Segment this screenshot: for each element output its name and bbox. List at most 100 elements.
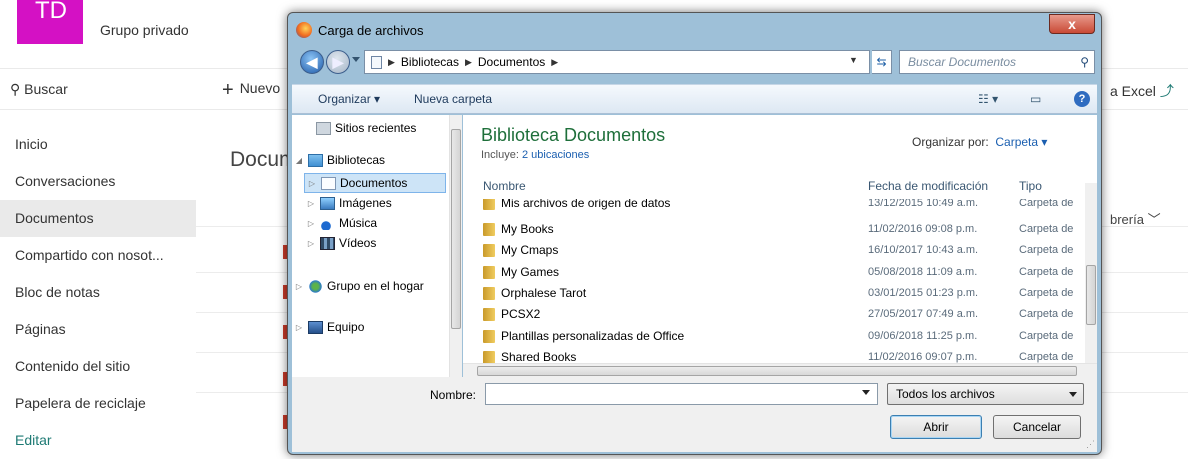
organize-by-dropdown[interactable]: Carpeta ▾ xyxy=(995,135,1047,149)
folder-icon xyxy=(483,329,495,343)
tree-item-bibliotecas[interactable]: ◢ Bibliotecas xyxy=(294,153,385,167)
new-label: Nuevo xyxy=(239,80,281,96)
nav-item-inicio[interactable]: Inicio xyxy=(0,126,196,163)
file-name: Mis archivos de origen de datos xyxy=(501,199,671,210)
horizontal-scroll-thumb[interactable] xyxy=(477,366,1077,376)
view-options-icon[interactable]: ☷ ▾ xyxy=(978,92,998,106)
tree-scroll-thumb[interactable] xyxy=(451,129,461,329)
file-list-pane: Biblioteca Documentos Incluye: 2 ubicaci… xyxy=(463,115,1097,377)
help-icon[interactable]: ? xyxy=(1074,91,1090,107)
file-date: 16/10/2017 10:43 a.m. xyxy=(868,244,979,256)
file-list-scroll-thumb[interactable] xyxy=(1086,265,1096,325)
search-button[interactable]: ⚲ Buscar xyxy=(10,81,68,98)
tree-item-equipo[interactable]: ▷ Equipo xyxy=(294,320,364,334)
file-row[interactable]: My Games 05/08/2018 11:09 a.m. Carpeta de xyxy=(479,262,1085,283)
preview-pane-icon[interactable]: ▭ xyxy=(1030,92,1041,106)
includes-label: Incluye: xyxy=(481,149,519,161)
back-button[interactable]: ◀ xyxy=(300,50,324,74)
breadcrumb-documentos[interactable]: Documentos xyxy=(478,51,545,73)
tree-label: Bibliotecas xyxy=(327,153,386,167)
address-row: ◀ ▶ ▶ Bibliotecas ▶ Documentos ▶ ▼ ⇆ Bus… xyxy=(296,49,1095,75)
tree-label: Música xyxy=(339,216,378,230)
file-name: Shared Books xyxy=(501,350,577,364)
tree-item-documentos[interactable]: ▷ Documentos xyxy=(304,173,446,193)
locations-link[interactable]: 2 ubicaciones xyxy=(522,149,589,161)
file-row[interactable]: My Books 11/02/2016 09:08 p.m. Carpeta de xyxy=(479,219,1085,240)
file-type: Carpeta de xyxy=(1019,308,1074,320)
column-header-label: brería xyxy=(1110,212,1144,227)
search-input[interactable]: Buscar Documentos ⚲ xyxy=(899,50,1095,74)
filename-input[interactable] xyxy=(485,383,878,405)
chevron-right-icon: ▶ xyxy=(464,57,472,67)
breadcrumb-bibliotecas[interactable]: Bibliotecas xyxy=(401,51,459,73)
refresh-icon: ⇆ xyxy=(876,55,887,69)
dialog-footer: Nombre: Todos los archivos Abrir Cancela… xyxy=(292,377,1097,452)
tree-item-videos[interactable]: ▷ Vídeos xyxy=(306,236,376,250)
tree-item-musica[interactable]: ▷ Música xyxy=(306,216,377,230)
file-date: 27/05/2017 07:49 a.m. xyxy=(868,308,979,320)
file-name: My Cmaps xyxy=(501,243,559,257)
expanded-arrow-icon: ◢ xyxy=(295,155,303,165)
nav-item-compartido[interactable]: Compartido con nosot... xyxy=(0,237,196,274)
refresh-button[interactable]: ⇆ xyxy=(872,50,892,74)
chevron-down-icon xyxy=(1069,392,1077,397)
file-type-filter[interactable]: Todos los archivos xyxy=(887,383,1084,405)
organize-button[interactable]: Organizar ▾ xyxy=(318,92,380,106)
nav-item-conversaciones[interactable]: Conversaciones xyxy=(0,163,196,200)
folder-icon xyxy=(483,286,495,300)
new-folder-button[interactable]: Nueva carpeta xyxy=(414,92,492,106)
folder-icon xyxy=(483,222,495,236)
tree-item-recent[interactable]: Sitios recientes xyxy=(316,121,416,135)
forward-button[interactable]: ▶ xyxy=(326,50,350,74)
file-name: My Books xyxy=(501,222,554,236)
export-excel-button[interactable]: a Excel ⤴ xyxy=(1110,81,1174,101)
file-date: 09/06/2018 11:25 p.m. xyxy=(868,330,978,342)
new-button[interactable]: + Nuevo xyxy=(222,79,280,102)
tree-scrollbar[interactable] xyxy=(449,115,462,377)
search-label: Buscar xyxy=(24,81,68,97)
filter-value: Todos los archivos xyxy=(896,387,995,401)
address-bar[interactable]: ▶ Bibliotecas ▶ Documentos ▶ xyxy=(364,50,870,74)
nav-item-paginas[interactable]: Páginas xyxy=(0,311,196,348)
nav-edit-link[interactable]: Editar xyxy=(0,422,196,459)
tree-item-homegroup[interactable]: ▷ Grupo en el hogar xyxy=(294,279,424,293)
address-dropdown-icon[interactable]: ▼ xyxy=(849,55,858,65)
file-row[interactable]: PCSX2 27/05/2017 07:49 a.m. Carpeta de xyxy=(479,304,1085,325)
file-date: 11/02/2016 09:07 p.m. xyxy=(868,351,978,363)
horizontal-scrollbar[interactable] xyxy=(463,363,1097,377)
file-row[interactable]: My Cmaps 16/10/2017 10:43 a.m. Carpeta de xyxy=(479,240,1085,261)
recent-locations-dropdown[interactable] xyxy=(352,57,360,62)
folder-icon xyxy=(483,265,495,279)
nav-item-bloc-de-notas[interactable]: Bloc de notas xyxy=(0,274,196,311)
file-row[interactable]: Mis archivos de origen de datos 13/12/201… xyxy=(479,199,1085,213)
link-icon: ⤴ xyxy=(1159,83,1174,99)
tree-label: Sitios recientes xyxy=(335,121,417,135)
file-type: Carpeta de xyxy=(1019,266,1074,278)
folder-icon xyxy=(483,350,495,364)
filename-dropdown-icon[interactable] xyxy=(862,390,870,395)
file-row[interactable]: Orphalese Tarot 03/01/2015 01:23 p.m. Carp… xyxy=(479,283,1085,304)
close-button[interactable]: x xyxy=(1049,14,1095,34)
column-name[interactable]: Nombre xyxy=(483,179,526,193)
file-name: Orphalese Tarot xyxy=(501,286,587,300)
file-type: Carpeta de xyxy=(1019,330,1074,342)
chevron-down-icon: ﹀ xyxy=(1147,212,1161,227)
cancel-button[interactable]: Cancelar xyxy=(993,415,1081,439)
nav-item-papelera[interactable]: Papelera de reciclaje xyxy=(0,385,196,422)
library-title: Biblioteca Documentos xyxy=(481,125,666,145)
pictures-icon xyxy=(320,196,335,210)
organize-by: Organizar por: Carpeta ▾ xyxy=(912,135,1047,149)
documents-icon xyxy=(371,55,382,69)
tree-label: Grupo en el hogar xyxy=(327,279,424,293)
resize-grip-icon[interactable]: ⋰ xyxy=(1086,439,1095,450)
open-button[interactable]: Abrir xyxy=(890,415,982,439)
file-row[interactable]: Plantillas personalizadas de Office 09/06… xyxy=(479,326,1085,347)
file-type: Carpeta de xyxy=(1019,199,1074,209)
column-date[interactable]: Fecha de modificación xyxy=(868,179,988,193)
nav-item-contenido[interactable]: Contenido del sitio xyxy=(0,348,196,385)
group-avatar[interactable]: TD xyxy=(17,0,83,44)
nav-item-documentos[interactable]: Documentos xyxy=(0,200,196,237)
tree-item-imagenes[interactable]: ▷ Imágenes xyxy=(306,196,392,210)
column-type[interactable]: Tipo xyxy=(1019,179,1042,193)
file-list-scrollbar[interactable] xyxy=(1085,183,1097,377)
